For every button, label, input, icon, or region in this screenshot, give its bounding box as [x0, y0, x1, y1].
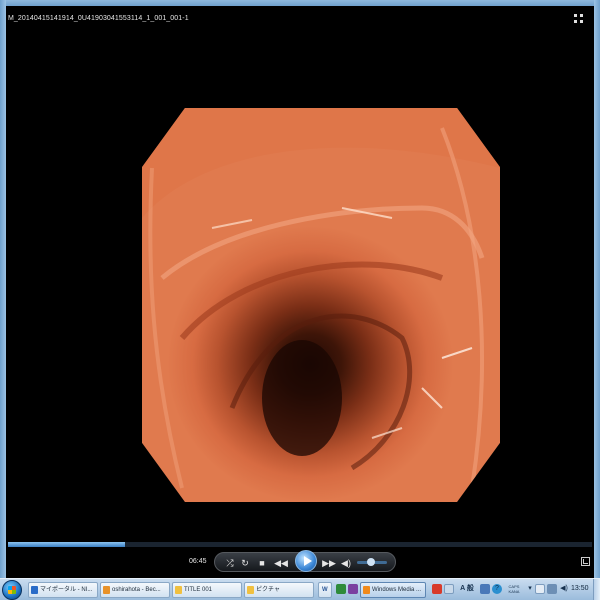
window-frame-right	[594, 0, 600, 578]
lock-keys-indicator: CAPS KANA	[506, 584, 522, 594]
task-label: ピクチャ	[256, 587, 280, 593]
input-method-icon[interactable]	[480, 584, 490, 594]
play-icon[interactable]	[295, 550, 317, 572]
show-desktop-button[interactable]	[593, 579, 600, 600]
network-icon[interactable]	[547, 584, 557, 594]
start-button[interactable]	[2, 580, 22, 600]
shuffle-icon[interactable]: ⤮	[224, 558, 236, 568]
elapsed-time: 06:45	[189, 558, 207, 565]
kana-label: KANA	[508, 589, 520, 594]
task-label: TITLE 001	[184, 587, 213, 593]
clock[interactable]: 13:50	[571, 585, 589, 592]
taskbar-item-title[interactable]: TITLE 001	[172, 582, 242, 598]
folder-icon	[175, 586, 182, 594]
folder-icon	[247, 586, 254, 594]
chevron-down-icon[interactable]: ▾	[525, 584, 535, 594]
ime-text[interactable]: A 般	[457, 584, 477, 594]
help-icon[interactable]: ?	[492, 584, 502, 594]
switch-to-library-icon[interactable]	[581, 557, 590, 566]
app-icon[interactable]	[348, 584, 358, 594]
taskbar-item-media-player[interactable]: Windows Media ...	[360, 582, 426, 598]
seek-progress	[8, 542, 125, 547]
control-bar: 06:45 ⤮ ↻ ■ ◀◀ ▶▶ ◀)	[6, 548, 594, 578]
volume-handle[interactable]	[367, 558, 375, 566]
previous-icon[interactable]: ◀◀	[274, 558, 288, 568]
speaker-icon[interactable]: ◀)	[340, 558, 352, 568]
taskbar-item-pictures[interactable]: ピクチャ	[244, 582, 314, 598]
seek-bar[interactable]	[8, 542, 592, 547]
ime-mode-icon[interactable]	[444, 584, 454, 594]
taskbar-item-word[interactable]: W	[318, 582, 332, 598]
media-title: M_20140415141914_0U41903041553114_1_001_…	[8, 15, 189, 22]
task-label: oshirahota - Bec...	[112, 587, 161, 593]
video-frame[interactable]	[142, 108, 500, 502]
switch-view-icon[interactable]	[574, 14, 584, 24]
repeat-icon[interactable]: ↻	[239, 558, 251, 568]
taskbar-item-mail[interactable]: oshirahota - Bec...	[100, 582, 170, 598]
task-label: マイポータル - NI...	[40, 587, 93, 593]
mail-icon	[103, 586, 110, 594]
taskbar: マイポータル - NI... oshirahota - Bec... TITLE…	[0, 578, 600, 600]
flag-icon[interactable]	[535, 584, 545, 594]
volume-tray-icon[interactable]: ◀)	[559, 584, 569, 594]
task-label: Windows Media ...	[372, 587, 422, 593]
antivirus-icon[interactable]	[432, 584, 442, 594]
excel-icon[interactable]	[336, 584, 346, 594]
taskbar-item-portal[interactable]: マイポータル - NI...	[28, 582, 98, 598]
browser-icon	[31, 586, 38, 594]
next-icon[interactable]: ▶▶	[322, 558, 336, 568]
media-player-icon	[363, 586, 370, 594]
endoscopy-image	[142, 108, 500, 489]
stop-icon[interactable]: ■	[256, 558, 268, 568]
